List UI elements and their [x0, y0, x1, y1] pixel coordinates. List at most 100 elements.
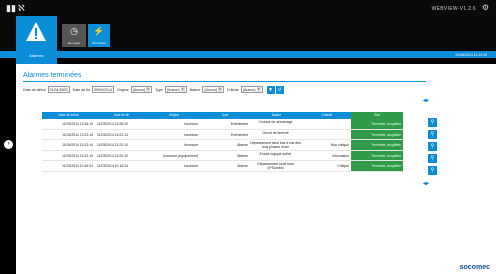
nature-select[interactable]: (Aucun) ▾: [202, 86, 224, 93]
cell-start-date: 11/03/2014 13:22:14: [62, 132, 93, 137]
cell-nature: Dépassement seuil haut (IPSumtot): [257, 162, 294, 170]
cell-end-date: 11/03/2014 13:22:10: [97, 143, 128, 147]
row-details-button[interactable]: ⚲: [428, 154, 437, 163]
cell-origin: Inconnue: [184, 143, 198, 147]
criticity-select[interactable]: (Aucun) ▾: [240, 86, 263, 93]
row-details-button[interactable]: ⚲: [428, 166, 437, 175]
table-row[interactable]: 11/03/2014 13:22:10 11/03/2014 13:22:10 …: [42, 140, 403, 151]
chart-icon: ⚡: [93, 26, 105, 36]
chevron-down-icon: ▾: [256, 87, 261, 92]
clock-icon: ◷: [70, 26, 78, 36]
table-row[interactable]: 11/03/2014 13:22:14 11/03/2014 13:22:14 …: [42, 129, 403, 140]
cell-start-date: 11/03/2014 13:22:10: [62, 153, 93, 158]
cell-nature: Circuit de terminé: [262, 130, 289, 135]
funnel-icon: ▼: [268, 86, 273, 93]
cell-nature: Dépassement seuil bas d'une des trois ph…: [250, 141, 301, 149]
cell-end-date: 11/03/2014 13:26:20: [97, 122, 128, 126]
warning-icon: [26, 22, 46, 41]
start-date-input[interactable]: 01/01/2000: [47, 86, 70, 93]
cell-end-date: 11/03/2014 10:16:24: [97, 164, 128, 168]
tab-finished-label: Terminées: [92, 41, 106, 45]
cell-criticity: Non critique: [330, 143, 349, 147]
type-select[interactable]: (Aucun) ▾: [164, 86, 187, 93]
table-row[interactable]: 11/03/2014 13:22:10 11/03/2014 13:22:10 …: [42, 150, 403, 161]
alarms-tile[interactable]: Alarmes: [16, 16, 57, 64]
alarms-tile-label: Alarmes: [29, 53, 44, 58]
reset-button[interactable]: ↺: [275, 85, 284, 94]
col-start-date[interactable]: Date de début: [42, 112, 95, 119]
cell-origin: Inconnue (équipement): [163, 153, 198, 158]
col-state[interactable]: État: [351, 112, 403, 119]
cell-origin: Inconnue: [184, 132, 198, 137]
cell-type: Evènement: [230, 122, 248, 126]
start-date-label: Date de début: [23, 87, 46, 92]
socomec-logo: socomec: [459, 264, 490, 271]
search-icon: ⚲: [430, 131, 435, 137]
footer: [16, 264, 496, 274]
header-strip: [0, 51, 496, 58]
tab-finished[interactable]: ⚡ Terminées: [88, 24, 110, 47]
collapse-arrow-icon[interactable]: ›: [4, 140, 13, 149]
main-panel: Alarmes terminées Date de début 01/01/20…: [16, 64, 496, 264]
tab-ongoing[interactable]: ◷ En cours: [62, 24, 86, 47]
col-nature[interactable]: Nature: [250, 112, 303, 119]
filter-button[interactable]: ▼: [266, 85, 275, 94]
next-page-icon[interactable]: ▸: [426, 98, 429, 104]
table-row[interactable]: 11/03/2014 13:26:10 11/03/2014 13:26:20 …: [42, 119, 403, 130]
title-divider: [23, 81, 426, 82]
table-row[interactable]: 11/03/2014 10:16:24 11/03/2014 10:16:24 …: [42, 161, 403, 172]
row-details-button[interactable]: ⚲: [428, 118, 437, 127]
next-page-icon[interactable]: ▸: [426, 181, 429, 187]
col-origin[interactable]: Origine: [148, 112, 200, 119]
page-title: Alarmes terminées: [23, 72, 82, 79]
origin-label: Origine: [116, 87, 129, 92]
datetime-label: 31/08/2014 11:14:46: [455, 53, 487, 57]
tab-ongoing-label: En cours: [68, 41, 80, 45]
chevron-down-icon: ▾: [146, 87, 151, 92]
end-date-input[interactable]: 09/04/2014: [91, 86, 114, 93]
table-header: Date de début Date de fin Origine Type N…: [42, 112, 403, 119]
cell-criticity: Critique: [337, 164, 349, 168]
cell-state: Terminée, acquittée: [351, 161, 403, 171]
col-criticity[interactable]: Criticité: [303, 112, 351, 119]
chevron-down-icon: ▾: [180, 87, 185, 92]
end-date-label: Date de fin: [72, 87, 90, 92]
cell-criticity: [303, 119, 351, 129]
user-icon[interactable]: ℵ: [18, 4, 25, 13]
nature-label: Nature: [189, 87, 201, 92]
cell-end-date: 11/03/2014 13:22:10: [97, 153, 128, 158]
cell-type: Alarme: [237, 143, 248, 147]
cell-start-date: 11/03/2014 10:16:24: [62, 164, 93, 168]
chevron-down-icon: ▾: [217, 87, 222, 92]
filter-bar: Date de début 01/01/2000 Date de fin 09/…: [23, 84, 284, 95]
cell-start-date: 11/03/2014 13:22:10: [62, 143, 93, 147]
cell-end-date: 11/03/2014 13:22:14: [97, 132, 128, 137]
criticity-select-value: (Aucun): [242, 87, 256, 92]
brand-label: WEBVIEW-V1.2.6: [431, 6, 476, 12]
search-icon: ⚲: [430, 155, 435, 161]
pager-bottom[interactable]: ◂▸: [423, 180, 429, 187]
row-details-button[interactable]: ⚲: [428, 130, 437, 139]
cell-type: Alarme: [237, 164, 248, 168]
cell-state: Terminée, acquittée: [351, 119, 403, 129]
cell-criticity: [303, 130, 351, 140]
settings-icon[interactable]: ⚙: [482, 3, 489, 12]
cell-origin: Inconnue: [184, 122, 198, 126]
col-type[interactable]: Type: [200, 112, 250, 119]
search-icon: ⚲: [430, 143, 435, 149]
cell-type: Evènement: [230, 132, 248, 137]
origin-select-value: (Aucun): [132, 87, 146, 92]
col-end-date[interactable]: Date de fin: [95, 112, 148, 119]
cell-type: Alarme: [237, 153, 248, 158]
cell-nature: Entrée logique active: [259, 151, 292, 156]
cell-state: Terminée, acquittée: [351, 129, 403, 139]
row-details-button[interactable]: ⚲: [428, 142, 437, 151]
cell-state: Terminée, acquittée: [351, 150, 403, 160]
refresh-icon: ↺: [277, 86, 282, 93]
origin-select[interactable]: (Aucun) ▾: [130, 86, 153, 93]
cell-origin: Inconnue: [184, 164, 198, 168]
type-select-value: (Aucun): [166, 87, 180, 92]
pager-top[interactable]: ◂▸: [423, 97, 429, 104]
dashboard-icon[interactable]: ▮▮: [6, 4, 16, 13]
search-icon: ⚲: [430, 167, 435, 173]
